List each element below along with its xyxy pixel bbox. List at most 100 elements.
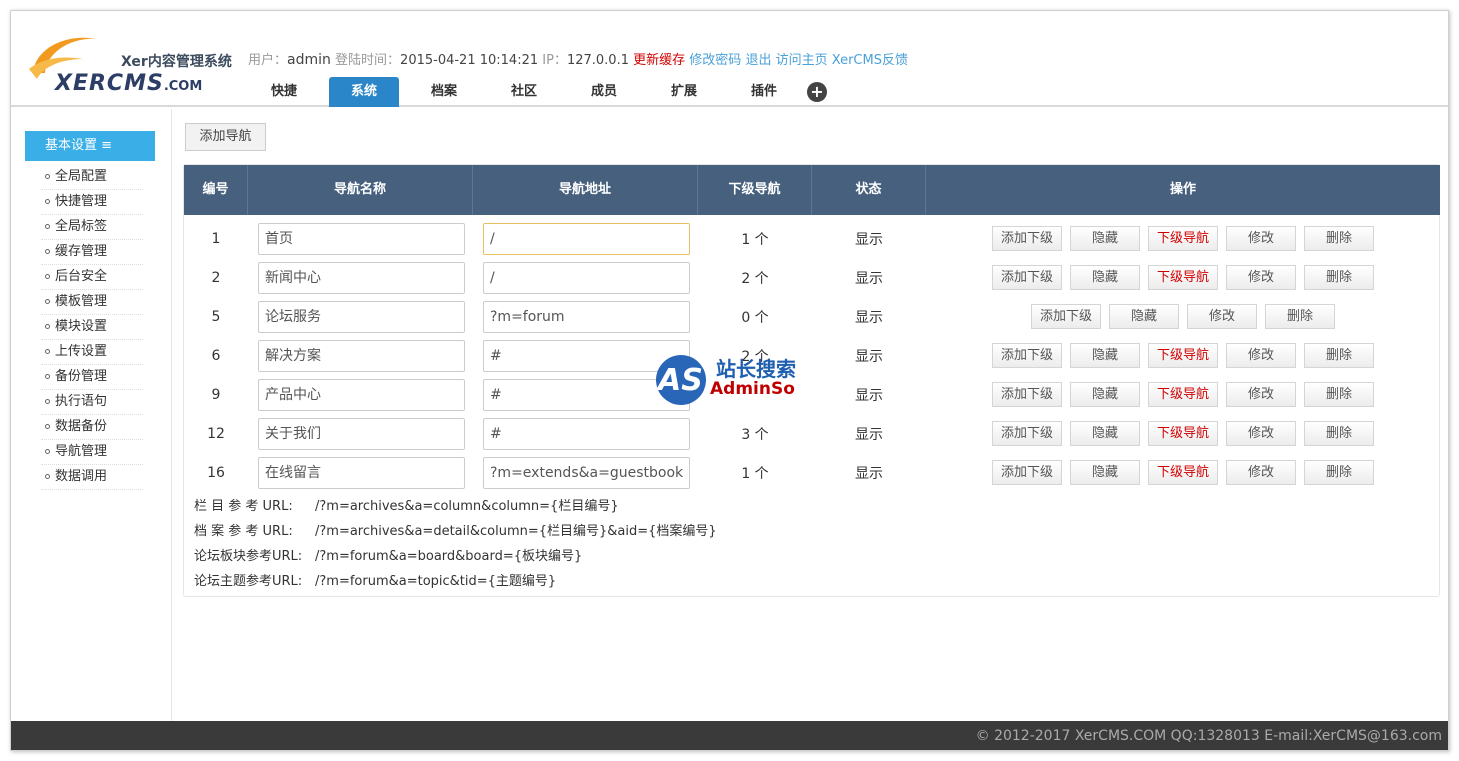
sidebar-item-label: 导航管理 <box>55 444 108 459</box>
nav-name-input[interactable]: 新闻中心 <box>258 261 465 294</box>
sidebar-heading[interactable]: 基本设置 ≡ <box>25 131 155 161</box>
row-status: 显示 <box>855 231 883 248</box>
row-actions: 添加下级 隐藏 修改 删除 <box>926 304 1440 329</box>
bullet-icon <box>45 174 50 179</box>
delete-button[interactable]: 删除 <box>1304 265 1374 290</box>
bullet-icon <box>45 449 50 454</box>
add-nav-button[interactable]: 添加导航 <box>185 123 266 151</box>
sub-nav-button[interactable]: 下级导航 <box>1148 382 1218 407</box>
add-sub-button[interactable]: 添加下级 <box>992 460 1062 485</box>
delete-button[interactable]: 删除 <box>1304 382 1374 407</box>
delete-button[interactable]: 删除 <box>1265 304 1335 329</box>
row-status: 显示 <box>855 387 883 404</box>
hide-button[interactable]: 隐藏 <box>1070 265 1140 290</box>
add-sub-button[interactable]: 添加下级 <box>992 343 1062 368</box>
nav-url-input[interactable]: ?m=extends&a=guestbook <box>483 456 690 489</box>
column-header-url: 导航地址 <box>473 165 698 215</box>
sidebar-item-backup-manage[interactable]: 备份管理 <box>41 365 143 390</box>
logout-link[interactable]: 退出 <box>745 53 771 68</box>
edit-button[interactable]: 修改 <box>1226 343 1296 368</box>
feedback-link[interactable]: XerCMS反馈 <box>832 53 908 68</box>
nav-name-input[interactable]: 产品中心 <box>258 378 465 411</box>
nav-name-input[interactable]: 论坛服务 <box>258 300 465 333</box>
nav-url-input[interactable]: / <box>483 222 690 255</box>
sub-nav-button[interactable]: 下级导航 <box>1148 343 1218 368</box>
logo-wordmark-text: XERCMS <box>55 71 164 96</box>
hide-button[interactable]: 隐藏 <box>1070 226 1140 251</box>
nav-name-input[interactable]: 解决方案 <box>258 339 465 372</box>
sidebar-item-data-backup[interactable]: 数据备份 <box>41 415 143 440</box>
add-sub-button[interactable]: 添加下级 <box>1031 304 1101 329</box>
tab-extensions[interactable]: 扩展 <box>649 77 719 107</box>
nav-name-input[interactable]: 关于我们 <box>258 417 465 450</box>
row-actions: 添加下级 隐藏 下级导航 修改 删除 <box>926 343 1440 368</box>
add-sub-button[interactable]: 添加下级 <box>992 382 1062 407</box>
sub-nav-button[interactable]: 下级导航 <box>1148 226 1218 251</box>
edit-button[interactable]: 修改 <box>1226 226 1296 251</box>
nav-name-input[interactable]: 在线留言 <box>258 456 465 489</box>
visit-home-link[interactable]: 访问主页 <box>776 53 828 68</box>
sidebar-item-label: 快捷管理 <box>55 194 108 209</box>
hide-button[interactable]: 隐藏 <box>1109 304 1179 329</box>
logo-wordmark-suffix: .COM <box>163 79 203 94</box>
row-actions: 添加下级 隐藏 下级导航 修改 删除 <box>926 265 1440 290</box>
delete-button[interactable]: 删除 <box>1304 226 1374 251</box>
sidebar-item-global-config[interactable]: 全局配置 <box>41 165 143 190</box>
add-sub-button[interactable]: 添加下级 <box>992 265 1062 290</box>
ip-address: 127.0.0.1 <box>566 53 629 68</box>
nav-url-input[interactable]: / <box>483 261 690 294</box>
sub-nav-button[interactable]: 下级导航 <box>1148 421 1218 446</box>
delete-button[interactable]: 删除 <box>1304 421 1374 446</box>
sidebar-item-admin-security[interactable]: 后台安全 <box>41 265 143 290</box>
hide-button[interactable]: 隐藏 <box>1070 382 1140 407</box>
sub-nav-button[interactable]: 下级导航 <box>1148 265 1218 290</box>
watermark-as: AS <box>658 363 703 398</box>
sidebar-item-label: 全局配置 <box>55 169 108 184</box>
ref-column-url: 栏 目 参 考 URL: /?m=archives&a=column&column… <box>194 494 717 519</box>
add-sub-button[interactable]: 添加下级 <box>992 421 1062 446</box>
sidebar-item-template-manage[interactable]: 模板管理 <box>41 290 143 315</box>
tab-archives[interactable]: 档案 <box>409 77 479 107</box>
nav-url-input[interactable]: ?m=forum <box>483 300 690 333</box>
row-sub-count: 1 个 <box>741 465 769 482</box>
edit-button[interactable]: 修改 <box>1226 265 1296 290</box>
tab-plugins[interactable]: 插件 <box>729 77 799 107</box>
nav-url-input[interactable]: # <box>483 417 690 450</box>
row-id: 1 <box>211 230 221 247</box>
sidebar-item-label: 模板管理 <box>55 294 108 309</box>
add-sub-button[interactable]: 添加下级 <box>992 226 1062 251</box>
delete-button[interactable]: 删除 <box>1304 343 1374 368</box>
edit-button[interactable]: 修改 <box>1187 304 1257 329</box>
sidebar-item-label: 模块设置 <box>55 319 108 334</box>
header: Xer内容管理系统 XERCMS.COM 用户：admin 登陆时间：2015-… <box>11 11 1448 107</box>
main-tabs: 快捷 系统 档案 社区 成员 扩展 插件 + <box>249 77 827 107</box>
sidebar-item-execute-sql[interactable]: 执行语句 <box>41 390 143 415</box>
edit-button[interactable]: 修改 <box>1226 421 1296 446</box>
edit-button[interactable]: 修改 <box>1226 382 1296 407</box>
refresh-cache-link[interactable]: 更新缓存 <box>633 53 685 68</box>
edit-button[interactable]: 修改 <box>1226 460 1296 485</box>
nav-name-input[interactable]: 首页 <box>258 222 465 255</box>
sidebar-item-module-settings[interactable]: 模块设置 <box>41 315 143 340</box>
sidebar-item-cache-manage[interactable]: 缓存管理 <box>41 240 143 265</box>
sidebar-item-label: 全局标签 <box>55 219 108 234</box>
sidebar-item-shortcut-manage[interactable]: 快捷管理 <box>41 190 143 215</box>
tab-members[interactable]: 成员 <box>569 77 639 107</box>
sidebar-item-global-tags[interactable]: 全局标签 <box>41 215 143 240</box>
sidebar-item-nav-manage[interactable]: 导航管理 <box>41 440 143 465</box>
add-tab-icon[interactable]: + <box>807 82 827 102</box>
delete-button[interactable]: 删除 <box>1304 460 1374 485</box>
change-password-link[interactable]: 修改密码 <box>689 53 741 68</box>
sub-nav-button[interactable]: 下级导航 <box>1148 460 1218 485</box>
tab-community[interactable]: 社区 <box>489 77 559 107</box>
row-sub-count: 0 个 <box>741 309 769 326</box>
bullet-icon <box>45 424 50 429</box>
hide-button[interactable]: 隐藏 <box>1070 421 1140 446</box>
hide-button[interactable]: 隐藏 <box>1070 343 1140 368</box>
sidebar-item-data-call[interactable]: 数据调用 <box>41 465 143 490</box>
tab-system[interactable]: 系统 <box>329 77 399 107</box>
sidebar-item-upload-settings[interactable]: 上传设置 <box>41 340 143 365</box>
watermark-cn: 站长搜索 <box>716 357 796 381</box>
tab-shortcut[interactable]: 快捷 <box>249 77 319 107</box>
hide-button[interactable]: 隐藏 <box>1070 460 1140 485</box>
